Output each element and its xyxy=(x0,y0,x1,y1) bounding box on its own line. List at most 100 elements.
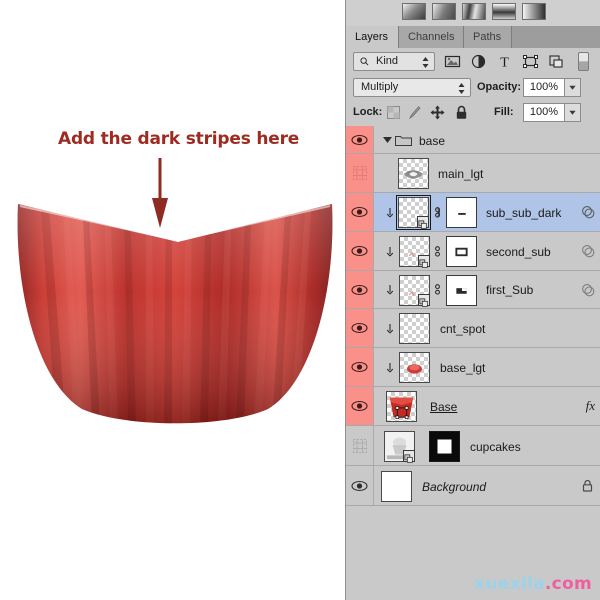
visibility-toggle[interactable] xyxy=(346,193,374,231)
eye-icon xyxy=(351,361,368,373)
layer-mask-thumbnail[interactable] xyxy=(429,431,460,462)
link-icon[interactable] xyxy=(433,283,442,296)
visibility-toggle[interactable] xyxy=(346,387,374,425)
smart-object-badge xyxy=(417,216,429,229)
layer-effects-badge[interactable]: fx xyxy=(586,398,595,414)
group-disclosure-triangle-icon[interactable] xyxy=(383,136,392,144)
layer-thumbnail[interactable] xyxy=(384,431,415,463)
layer-thumbnail[interactable] xyxy=(396,195,431,230)
layer-row-sub-sub-dark[interactable]: sub_sub_dark xyxy=(346,193,600,232)
gradient-preset-5[interactable] xyxy=(522,3,546,20)
layer-mask-thumbnail[interactable] xyxy=(446,275,477,306)
tab-paths[interactable]: Paths xyxy=(464,26,512,48)
svg-text:T: T xyxy=(500,56,509,71)
search-icon xyxy=(360,57,369,66)
layer-row-second-sub[interactable]: second_sub xyxy=(346,232,600,271)
visibility-toggle[interactable] xyxy=(346,126,374,153)
thumbnail-artwork xyxy=(389,397,414,420)
smart-object-icon xyxy=(404,454,413,463)
visibility-toggle[interactable] xyxy=(346,309,374,347)
mask-artwork xyxy=(458,212,466,215)
layer-thumbnail[interactable] xyxy=(399,275,430,307)
tab-layers[interactable]: Layers xyxy=(346,26,399,48)
eye-icon xyxy=(351,245,368,257)
type-filter-icon[interactable]: T xyxy=(496,53,513,71)
visibility-toggle[interactable] xyxy=(346,426,374,465)
clipping-mask-arrow-icon xyxy=(386,324,394,334)
eye-icon xyxy=(351,322,368,334)
gradient-presets-strip[interactable] xyxy=(346,0,600,27)
layer-name: Base xyxy=(430,400,458,414)
layer-row-base-group[interactable]: base xyxy=(346,126,600,154)
opacity-input[interactable]: 100% xyxy=(523,78,565,97)
blend-mode-select[interactable]: Multiply xyxy=(353,78,471,97)
layer-name: base_lgt xyxy=(440,361,486,375)
layer-mask-thumbnail[interactable] xyxy=(446,197,477,228)
opacity-dropdown-button[interactable] xyxy=(565,78,581,97)
lock-position-icon[interactable] xyxy=(430,105,445,120)
eye-icon xyxy=(351,134,368,145)
gradient-preset-4[interactable] xyxy=(492,3,516,20)
layer-thumbnail[interactable] xyxy=(399,236,430,268)
lock-label: Lock: xyxy=(353,106,383,118)
layer-row-base-lgt[interactable]: base_lgt xyxy=(346,348,600,387)
layer-row-base[interactable]: Base fx xyxy=(346,387,600,426)
smart-object-icon xyxy=(419,298,428,307)
filter-toggle-switch[interactable] xyxy=(578,52,589,71)
lock-image-pixels-icon[interactable] xyxy=(408,105,423,120)
lock-icon xyxy=(582,479,593,492)
gradient-preset-1[interactable] xyxy=(402,3,426,20)
gradient-preset-2[interactable] xyxy=(432,3,456,20)
filter-kind-select[interactable]: Kind xyxy=(353,52,435,71)
smart-object-badge xyxy=(418,255,430,268)
layer-thumbnail[interactable] xyxy=(399,352,430,383)
fill-input[interactable]: 100% xyxy=(523,103,565,122)
image-filter-icon[interactable] xyxy=(444,53,461,70)
link-icon[interactable] xyxy=(433,245,442,258)
visibility-toggle[interactable] xyxy=(346,232,374,270)
tab-channels[interactable]: Channels xyxy=(399,26,464,48)
layer-mask-thumbnail[interactable] xyxy=(446,236,477,267)
document-canvas[interactable]: Add the dark stripes here xyxy=(0,0,345,600)
clipping-mask-arrow-icon xyxy=(386,208,394,218)
chevron-down-icon xyxy=(569,110,576,115)
layer-row-main-lgt[interactable]: main_lgt xyxy=(346,154,600,193)
watermark-text-primary: xuexila xyxy=(474,574,545,594)
gradient-preset-3[interactable] xyxy=(462,3,486,20)
visibility-toggle[interactable] xyxy=(346,466,374,505)
folder-icon xyxy=(395,136,412,146)
clipping-circle-icon[interactable] xyxy=(581,205,595,219)
shape-filter-icon[interactable] xyxy=(522,53,539,70)
layer-row-cupcakes[interactable]: cupcakes xyxy=(346,426,600,466)
layer-thumbnail[interactable] xyxy=(398,158,429,189)
layer-row-cnt-spot[interactable]: cnt_spot xyxy=(346,309,600,348)
visibility-toggle[interactable] xyxy=(346,271,374,308)
adjustment-filter-icon[interactable] xyxy=(470,53,487,70)
clipping-circle-icon[interactable] xyxy=(581,244,595,258)
link-icon[interactable] xyxy=(433,206,442,219)
mask-artwork xyxy=(430,432,459,461)
smart-object-icon xyxy=(419,259,428,268)
layer-thumbnail[interactable] xyxy=(381,471,412,502)
blend-mode-value: Multiply xyxy=(361,81,399,93)
layer-name: cupcakes xyxy=(470,440,521,454)
blend-mode-row: Multiply Opacity: 100% xyxy=(346,75,600,100)
lock-transparent-pixels-icon[interactable] xyxy=(386,105,401,120)
clipping-circle-icon[interactable] xyxy=(581,283,595,297)
layer-name: main_lgt xyxy=(438,167,484,181)
layer-list[interactable]: base main_lgt sub_sub_dark second_sub fi… xyxy=(346,126,600,510)
mask-artwork xyxy=(456,288,467,294)
layer-row-background[interactable]: Background xyxy=(346,466,600,506)
visibility-toggle[interactable] xyxy=(346,348,374,386)
eye-icon xyxy=(351,480,368,491)
layer-row-first-sub[interactable]: first_Sub xyxy=(346,271,600,309)
fill-dropdown-button[interactable] xyxy=(565,103,581,122)
layer-thumbnail[interactable] xyxy=(399,313,430,344)
visibility-toggle[interactable] xyxy=(346,154,374,192)
layer-name: Background xyxy=(422,480,487,494)
chevron-updown-icon xyxy=(422,57,429,68)
smart-object-filter-icon[interactable] xyxy=(548,53,565,70)
lock-all-icon[interactable] xyxy=(454,105,469,120)
layer-thumbnail[interactable] xyxy=(386,391,417,422)
chevron-down-icon xyxy=(569,85,576,90)
